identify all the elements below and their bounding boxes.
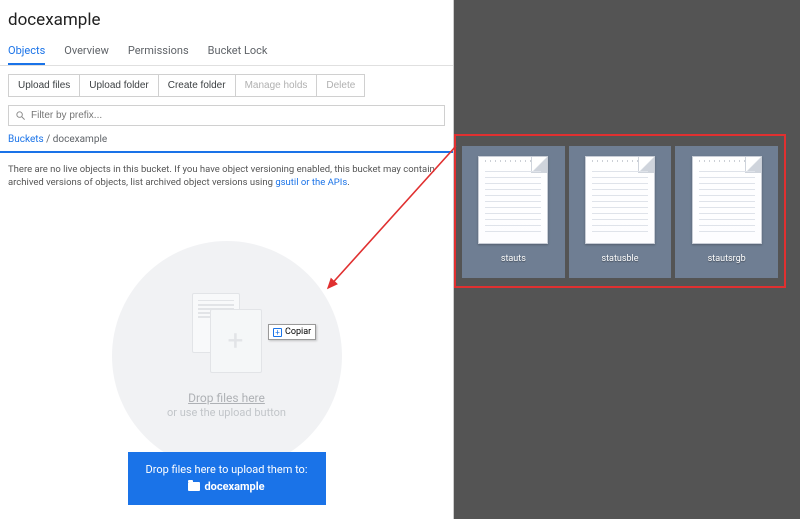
breadcrumb-root[interactable]: Buckets [8,134,44,145]
storage-panel: docexample Objects Overview Permissions … [0,0,454,519]
filter-row [0,105,453,134]
desktop-file[interactable]: stautsrgb [675,146,778,278]
search-icon [15,110,26,121]
banner-line1: Drop files here to upload them to: [146,463,308,476]
tab-bucket-lock[interactable]: Bucket Lock [208,38,268,65]
plus-icon: + [273,328,282,337]
desktop-file[interactable]: stauts [462,146,565,278]
upload-files-button[interactable]: Upload files [8,74,80,97]
filter-input[interactable] [31,110,438,121]
upload-banner: Drop files here to upload them to: docex… [128,452,326,505]
breadcrumb-current: docexample [53,134,107,145]
desktop-file[interactable]: statusble [569,146,672,278]
create-folder-button[interactable]: Create folder [158,74,236,97]
tabs: Objects Overview Permissions Bucket Lock [0,34,453,66]
tab-overview[interactable]: Overview [64,38,109,65]
page-title: docexample [0,0,453,34]
drop-sub: or use the upload button [167,406,286,419]
empty-text-pre: There are no live objects in this bucket… [8,164,435,188]
empty-text-post: . [347,177,350,188]
toolbar: Upload files Upload folder Create folder… [0,66,453,105]
banner-bucket: docexample [204,480,264,493]
empty-message: There are no live objects in this bucket… [0,153,453,196]
desktop-selection: stauts statusble stautsrgb [454,134,786,288]
empty-link[interactable]: gsutil or the APIs [275,177,347,188]
file-name: stautsrgb [708,254,746,264]
desktop-area: stauts statusble stautsrgb [454,0,800,519]
drop-circle: + Drop files here or use the upload butt… [112,241,342,471]
breadcrumb-sep: / [44,134,53,145]
tab-permissions[interactable]: Permissions [128,38,189,65]
file-drop-icon: + [192,293,262,373]
file-icon [478,156,548,244]
copy-cursor-label: Copiar [285,327,311,337]
delete-button[interactable]: Delete [316,74,365,97]
file-name: stauts [501,254,526,264]
manage-holds-button[interactable]: Manage holds [235,74,318,97]
breadcrumb: Buckets / docexample [0,134,453,151]
file-icon [692,156,762,244]
drop-text: Drop files here or use the upload button [167,391,286,419]
copy-cursor-tooltip: + Copiar [268,324,316,340]
upload-folder-button[interactable]: Upload folder [79,74,158,97]
folder-icon [188,482,200,491]
file-icon [585,156,655,244]
filter-box[interactable] [8,105,445,126]
file-name: statusble [601,254,638,264]
tab-objects[interactable]: Objects [8,38,45,65]
drop-title[interactable]: Drop files here [188,391,265,405]
